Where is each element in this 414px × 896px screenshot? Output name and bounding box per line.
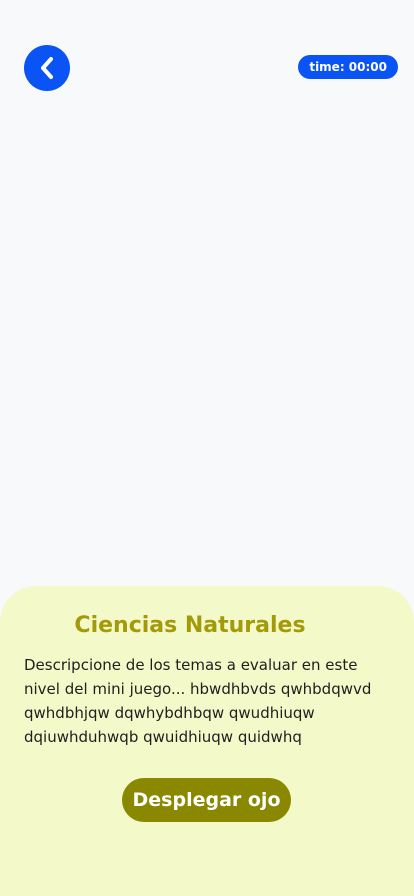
sheet-title: Ciencias Naturales	[74, 613, 306, 638]
chevron-left-icon	[37, 56, 57, 80]
back-button[interactable]	[24, 45, 70, 91]
info-sheet: Ciencias Naturales Descripcione de los t…	[0, 586, 414, 896]
timer-badge: time: 00:00	[298, 55, 398, 79]
desplegar-ojo-button[interactable]: Desplegar ojo	[122, 778, 291, 822]
sheet-description: Descripcione de los temas a evaluar en e…	[24, 656, 372, 746]
